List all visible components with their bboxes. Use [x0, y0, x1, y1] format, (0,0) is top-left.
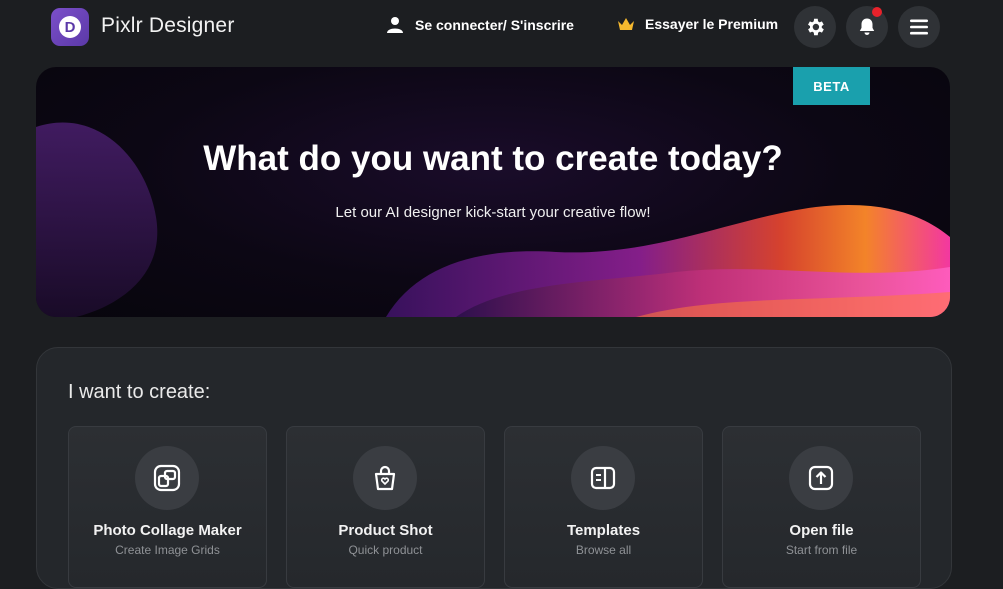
menu-button[interactable] — [898, 6, 940, 48]
login-label: Se connecter/ S'inscrire — [415, 17, 574, 33]
top-header: D Pixlr Designer Se connecter/ S'inscrir… — [0, 0, 1003, 56]
card-open-file[interactable]: Open file Start from file — [722, 426, 921, 588]
card-label: Product Shot — [338, 522, 433, 539]
notifications-button[interactable] — [846, 6, 888, 48]
hero-title: What do you want to create today? — [203, 139, 783, 178]
card-description: Start from file — [785, 543, 858, 557]
settings-button[interactable] — [794, 6, 836, 48]
logo-letter: D — [59, 16, 81, 38]
user-icon — [387, 17, 403, 33]
beta-badge: BETA — [793, 67, 870, 105]
card-label: Open file — [789, 522, 854, 539]
premium-button[interactable]: Essayer le Premium — [617, 16, 778, 32]
app-logo[interactable]: D — [51, 8, 89, 46]
crown-icon — [618, 18, 634, 30]
app-title: Pixlr Designer — [101, 14, 235, 37]
notification-dot — [872, 7, 882, 17]
hero-banner: BETA What do you want to create today? L… — [36, 67, 950, 317]
shopping-bag-icon — [374, 465, 396, 491]
bell-icon — [859, 18, 875, 35]
upload-icon — [808, 465, 834, 491]
card-description: Quick product — [348, 543, 423, 557]
premium-label: Essayer le Premium — [645, 16, 779, 32]
card-label: Templates — [566, 522, 641, 539]
collage-icon — [153, 464, 181, 492]
login-button[interactable]: Se connecter/ S'inscrire — [386, 16, 574, 34]
card-templates[interactable]: Templates Browse all — [504, 426, 703, 588]
card-description: Create Image Grids — [115, 543, 220, 557]
card-description: Browse all — [575, 543, 632, 557]
gear-icon — [808, 18, 824, 36]
card-icon-wrap — [789, 446, 853, 510]
card-icon-wrap — [135, 446, 199, 510]
card-icon-wrap — [353, 446, 417, 510]
create-panel: I want to create: Photo Collage Maker Cr… — [36, 347, 952, 589]
create-panel-title: I want to create: — [68, 381, 211, 403]
card-photo-collage[interactable]: Photo Collage Maker Create Image Grids — [68, 426, 267, 588]
hero-subtitle: Let our AI designer kick-start your crea… — [335, 204, 651, 221]
card-label: Photo Collage Maker — [93, 522, 242, 539]
hamburger-menu-icon — [910, 19, 928, 35]
card-product-shot[interactable]: Product Shot Quick product — [286, 426, 485, 588]
card-icon-wrap — [571, 446, 635, 510]
templates-icon — [590, 466, 616, 490]
